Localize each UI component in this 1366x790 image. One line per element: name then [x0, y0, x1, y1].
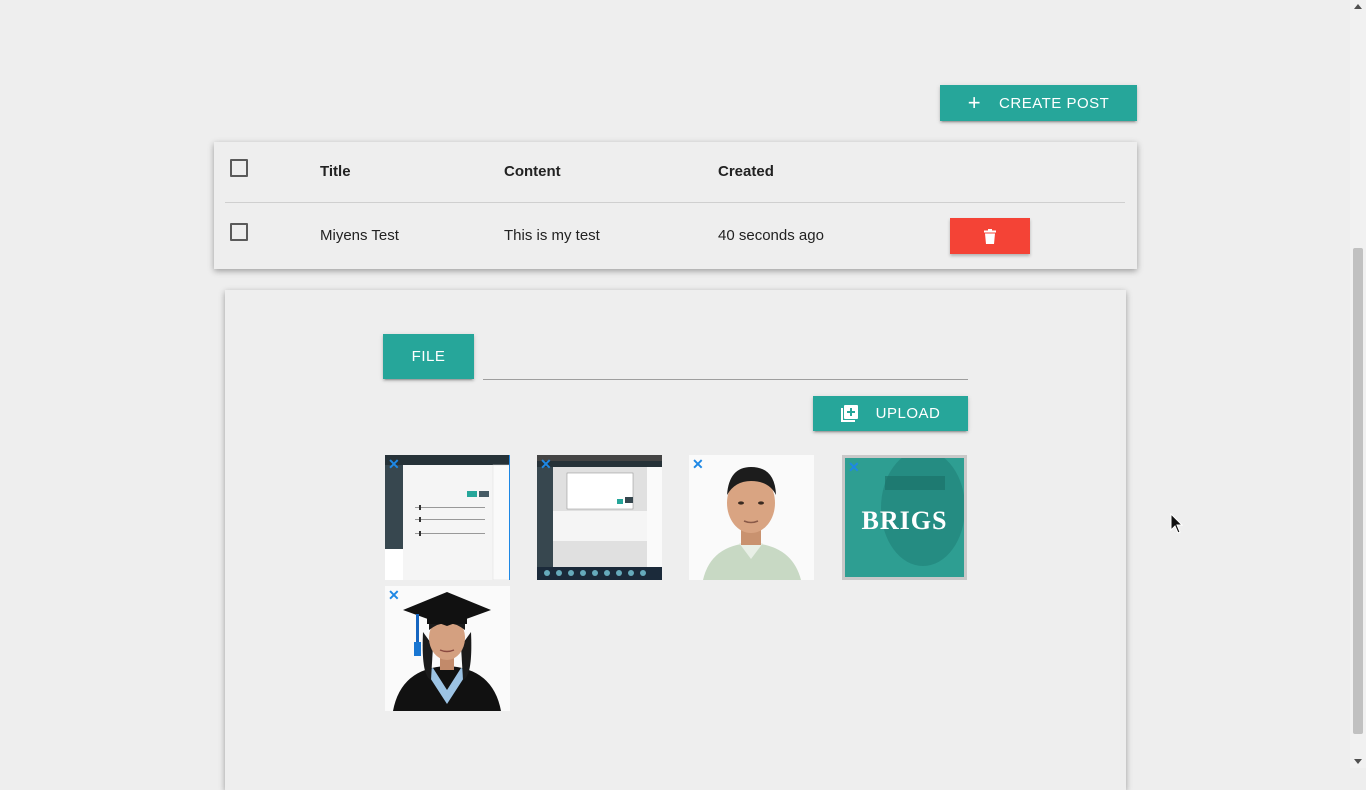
page-scrollbar[interactable] [1350, 0, 1366, 768]
row-checkbox[interactable] [230, 223, 248, 241]
screenshot-image [537, 455, 662, 580]
header-divider [225, 202, 1125, 203]
create-post-label: CREATE POST [999, 94, 1110, 112]
file-button[interactable]: FILE [383, 334, 474, 379]
column-header-content: Content [504, 163, 561, 180]
row-content: This is my test [504, 227, 600, 244]
brigs-logo-text: BRIGS [861, 506, 948, 535]
remove-image-icon[interactable]: ✕ [692, 456, 704, 473]
remove-image-icon[interactable]: ✕ [540, 456, 552, 473]
remove-image-icon[interactable]: ✕ [848, 459, 860, 476]
image-thumbnail[interactable]: ✕ [385, 586, 510, 711]
column-header-created: Created [718, 163, 774, 180]
image-thumbnail[interactable]: ✕ [385, 455, 510, 580]
add-to-queue-icon [840, 405, 858, 422]
image-thumbnail[interactable]: ✕ [689, 455, 814, 580]
delete-button[interactable] [950, 218, 1030, 254]
create-post-button[interactable]: + CREATE POST [940, 85, 1137, 121]
column-header-title: Title [320, 163, 351, 180]
scrollbar-thumb[interactable] [1353, 248, 1363, 734]
screenshot-image [385, 455, 510, 580]
plus-icon: + [967, 90, 982, 115]
file-path-input[interactable] [483, 379, 968, 380]
upload-panel: FILE UPLOAD ✕ ✕ ✕ ✕ BRIGS ✕ [225, 290, 1126, 790]
image-thumbnail[interactable]: ✕ BRIGS [842, 455, 967, 580]
upload-button[interactable]: UPLOAD [813, 396, 968, 431]
remove-image-icon[interactable]: ✕ [388, 456, 400, 473]
upload-label: UPLOAD [875, 405, 941, 422]
trash-icon [984, 228, 996, 244]
scroll-up-arrow-icon[interactable] [1354, 4, 1362, 9]
posts-table: Title Content Created Miyens Test This i… [214, 142, 1137, 269]
select-all-checkbox[interactable] [230, 159, 248, 177]
scroll-down-arrow-icon[interactable] [1354, 759, 1362, 764]
image-thumbnail[interactable]: ✕ [537, 455, 662, 580]
row-title: Miyens Test [320, 227, 399, 244]
mouse-cursor-icon [1170, 513, 1184, 534]
row-created: 40 seconds ago [718, 227, 824, 244]
graduation-photo [385, 586, 510, 711]
remove-image-icon[interactable]: ✕ [388, 587, 400, 604]
portrait-photo [689, 455, 814, 580]
